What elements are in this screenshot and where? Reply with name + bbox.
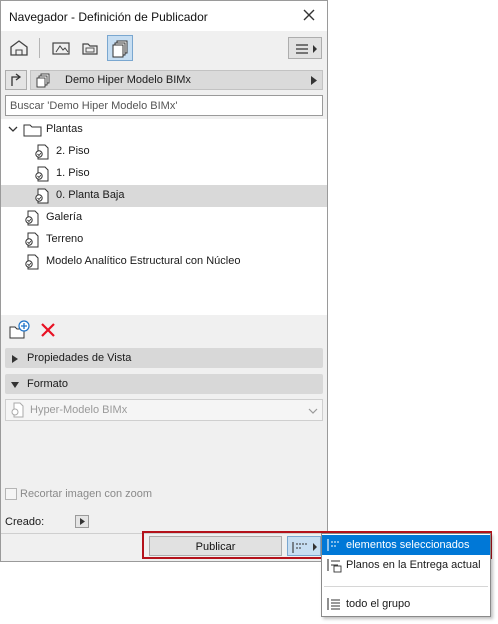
title-bar: Navegador - Definición de Publicador [1,1,327,31]
view-properties-section[interactable]: Propiedades de Vista [5,348,323,368]
created-expand-button[interactable] [75,515,89,528]
view-document-icon [23,231,41,249]
format-section[interactable]: Formato [5,374,323,394]
tree-item[interactable]: Modelo Analítico Estructural con Núcleo [1,251,327,273]
menu-item-selected-elements[interactable]: elementos seleccionados [322,535,490,555]
folder-icon [23,121,42,139]
publish-dropdown-menu: elementos seleccionados Planos en la Ent… [321,533,491,617]
tree-folder-label: Plantas [46,123,83,135]
project-selector[interactable]: Demo Hiper Modelo BIMx [30,70,323,90]
view-document-icon [33,143,51,161]
chevron-right-icon [311,76,317,88]
section-label: Propiedades de Vista [27,352,132,364]
window-title: Navegador - Definición de Publicador [9,10,208,24]
tree-item-label: 1. Piso [56,167,90,179]
created-label: Creado: [5,516,45,528]
delete-icon[interactable] [39,321,57,342]
triangle-down-icon [11,380,19,392]
navigator-toolbar [1,31,327,67]
play-icon [80,518,85,525]
sheets-issue-icon [326,557,342,573]
menu-item-label: Planos en la Entrega actual [346,559,481,571]
view-document-icon [23,253,41,271]
crop-zoom-checkbox[interactable] [5,488,17,500]
triangle-right-icon [11,354,19,366]
up-arrow-icon [11,73,22,86]
crop-zoom-label: Recortar imagen con zoom [20,488,153,500]
layout-book-icon[interactable] [77,35,103,61]
chevron-down-icon [308,406,318,418]
toolbar-divider [39,38,40,58]
tree-item-label: Modelo Analítico Estructural con Núcleo [46,255,241,267]
view-document-icon [33,187,51,205]
tree-item-label: Terreno [46,233,84,245]
tree-item[interactable]: 2. Piso [1,141,327,163]
menu-item-whole-set[interactable]: todo el grupo [322,594,490,614]
menu-item-label: elementos seleccionados [346,539,470,551]
tree-item[interactable]: Galería [1,207,327,229]
go-up-button[interactable] [5,70,27,90]
menu-separator [324,586,488,587]
tree-folder-plantas[interactable]: Plantas [1,119,327,141]
search-input[interactable] [5,95,323,116]
bimx-document-icon [10,402,26,421]
chevron-down-icon[interactable] [8,124,18,137]
format-select[interactable]: Hyper-Modelo BIMx [5,399,323,421]
tree-actions [1,317,327,345]
navigator-panel: Navegador - Definición de Publicador Dem… [0,0,328,562]
section-label: Formato [27,378,68,390]
close-icon[interactable] [300,6,318,24]
list-selection-icon [292,542,317,553]
tree-item-label: 2. Piso [56,145,90,157]
tree-item[interactable]: Terreno [1,229,327,251]
menu-item-label: todo el grupo [346,598,411,610]
tree-item-label: 0. Planta Baja [56,189,125,201]
view-document-icon [33,165,51,183]
format-value: Hyper-Modelo BIMx [30,404,128,416]
publish-button[interactable]: Publicar [149,536,282,556]
selected-elements-icon [326,537,342,553]
whole-set-icon [326,596,342,612]
hamburger-icon [296,44,317,54]
menu-item-sheets-in-issue[interactable]: Planos en la Entrega actual [322,555,490,575]
options-menu-button[interactable] [288,37,322,59]
tree-item[interactable]: 1. Piso [1,163,327,185]
publisher-tree: Plantas 2. Piso 1. Piso 0. Planta Baja G [1,119,327,315]
view-document-icon [23,209,41,227]
new-folder-icon[interactable] [9,319,31,344]
created-row: Creado: [5,514,305,530]
publisher-sets-icon[interactable] [107,35,133,61]
project-path-row: Demo Hiper Modelo BIMx [1,67,327,93]
project-name: Demo Hiper Modelo BIMx [65,74,191,86]
publisher-sets-small-icon [35,72,51,91]
view-map-icon[interactable] [48,35,74,61]
publish-options-button[interactable] [287,536,321,556]
project-map-icon[interactable] [6,35,32,61]
tree-item-selected[interactable]: 0. Planta Baja [1,185,327,207]
tree-item-label: Galería [46,211,83,223]
